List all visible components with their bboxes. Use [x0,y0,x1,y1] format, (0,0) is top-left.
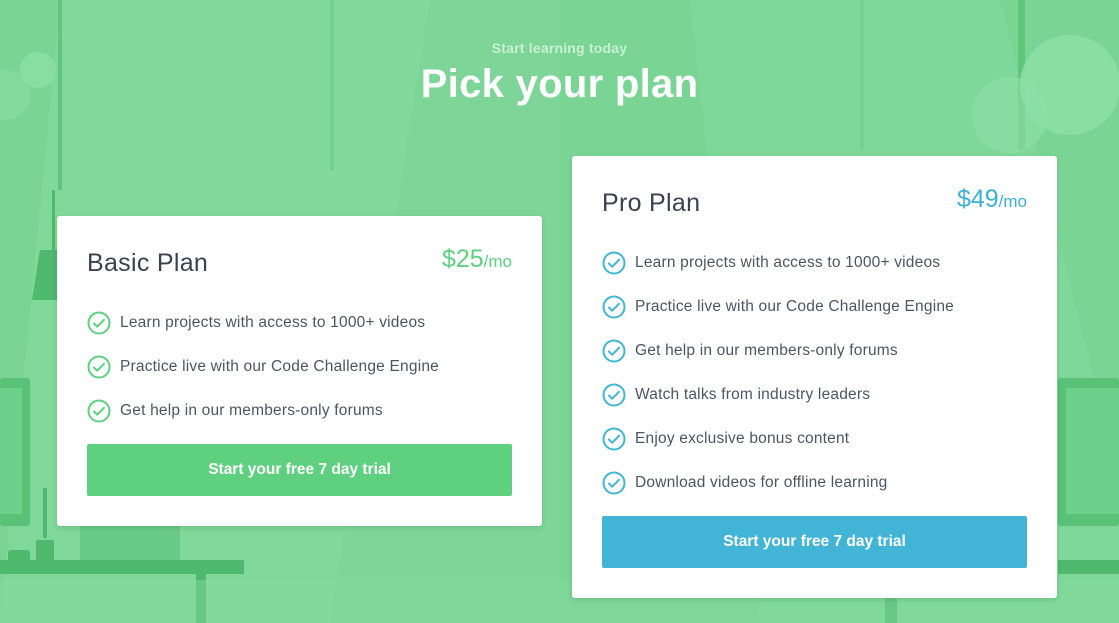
page-title: Pick your plan [420,62,699,106]
feature-item: Enjoy exclusive bonus content [602,417,1027,461]
plan-price: $49/mo [957,185,1027,214]
feature-item: Watch talks from industry leaders [602,373,1027,417]
feature-text: Get help in our members-only forums [635,342,898,359]
feature-text: Learn projects with access to 1000+ vide… [120,314,426,331]
feature-text: Practice live with our Code Challenge En… [635,298,954,315]
feature-item: Get help in our members-only forums [602,329,1027,373]
feature-item: Learn projects with access to 1000+ vide… [602,241,1027,285]
check-circle-icon [602,295,626,319]
feature-text: Download videos for offline learning [635,474,888,491]
price-period: /mo [998,192,1027,211]
feature-item: Practice live with our Code Challenge En… [602,285,1027,329]
pro-plan-card: Pro Plan $49/mo Learn projects with acce… [572,156,1057,598]
feature-item: Download videos for offline learning [602,461,1027,505]
plan-name: Basic Plan [87,249,209,277]
price-period: /mo [483,252,512,271]
price-amount: $25 [441,245,484,273]
feature-text: Watch talks from industry leaders [635,386,871,403]
feature-item: Get help in our members-only forums [87,389,512,433]
check-circle-icon [602,471,626,495]
basic-plan-card: Basic Plan $25/mo Learn projects with ac… [57,216,542,526]
feature-text: Practice live with our Code Challenge En… [120,358,439,375]
plan-price: $25/mo [442,245,512,274]
basic-trial-button[interactable]: Start your free 7 day trial [87,444,512,496]
feature-item: Learn projects with access to 1000+ vide… [87,301,512,345]
feature-text: Learn projects with access to 1000+ vide… [635,254,941,271]
check-circle-icon [602,251,626,275]
feature-text: Get help in our members-only forums [120,402,383,419]
feature-text: Enjoy exclusive bonus content [635,430,850,447]
pro-trial-button[interactable]: Start your free 7 day trial [602,516,1027,568]
plan-name: Pro Plan [602,189,701,217]
check-circle-icon [87,355,111,379]
check-circle-icon [87,311,111,335]
check-circle-icon [602,383,626,407]
check-circle-icon [87,399,111,423]
hero-eyebrow: Start learning today [491,40,628,56]
price-amount: $49 [956,185,999,213]
feature-list: Learn projects with access to 1000+ vide… [87,301,512,433]
feature-item: Practice live with our Code Challenge En… [87,345,512,389]
check-circle-icon [602,339,626,363]
feature-list: Learn projects with access to 1000+ vide… [602,241,1027,505]
check-circle-icon [602,427,626,451]
